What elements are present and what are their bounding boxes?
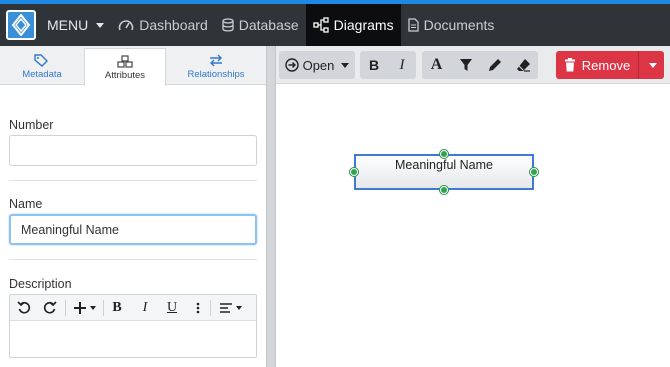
remove-dropdown-toggle[interactable] [638, 51, 664, 79]
name-input[interactable] [9, 214, 257, 245]
cubes-icon [117, 54, 133, 68]
tab-label: Attributes [104, 69, 146, 81]
panel-resize-handle[interactable] [266, 46, 276, 367]
chevron-down-icon [341, 62, 350, 68]
undo-icon[interactable] [14, 299, 34, 317]
tab-attributes[interactable]: Attributes [84, 48, 166, 86]
tags-icon [34, 53, 48, 67]
nav-item-database[interactable]: Database [215, 4, 306, 46]
toolbar-separator [65, 300, 66, 316]
chevron-down-icon [96, 22, 105, 28]
resize-handle-top[interactable] [440, 150, 448, 158]
sign-in-arrow-icon [284, 58, 299, 72]
trash-icon [564, 58, 575, 72]
nav-item-label: Dashboard [139, 17, 208, 33]
properties-panel: Metadata Attributes Relationships Number… [0, 46, 266, 367]
tab-relationships[interactable]: Relationships [166, 48, 266, 85]
nav-item-label: Documents [423, 17, 495, 33]
redo-icon[interactable] [40, 299, 60, 317]
exchange-arrows-icon [210, 54, 222, 66]
nav-item-label: Diagrams [333, 17, 394, 33]
dashboard-gauge-icon [118, 20, 134, 31]
menu-dropdown[interactable]: MENU [40, 4, 111, 46]
number-input[interactable] [9, 135, 257, 166]
diagram-toolbar: Open B I A Remove [276, 46, 670, 84]
nav-item-diagrams[interactable]: Diagrams [305, 4, 401, 46]
nav-item-dashboard[interactable]: Dashboard [111, 4, 215, 46]
toolbar-separator [103, 300, 104, 316]
open-button[interactable]: Open [279, 51, 355, 79]
pencil-button[interactable] [480, 51, 509, 79]
filter-button[interactable] [451, 51, 480, 79]
pencil-icon [488, 59, 501, 71]
field-separator [9, 180, 257, 181]
diagram-icon [313, 17, 329, 33]
resize-handle-bottom[interactable] [440, 186, 448, 194]
insert-plus-icon[interactable] [69, 299, 99, 317]
tab-label: Relationships [187, 68, 245, 80]
document-icon [407, 18, 419, 32]
italic-icon[interactable]: I [135, 299, 155, 317]
name-label: Name [9, 197, 43, 211]
entity-shape[interactable]: Meaningful Name [354, 154, 534, 190]
app-logo-icon[interactable] [6, 10, 36, 40]
diagram-workspace: Open B I A Remove Meaningful Name [276, 46, 670, 367]
properties-tabs: Metadata Attributes Relationships [0, 46, 266, 86]
nav-item-documents[interactable]: Documents [401, 4, 502, 46]
entity-label: Meaningful Name [395, 158, 493, 172]
font-color-button[interactable]: A [422, 51, 451, 79]
align-icon[interactable] [216, 299, 244, 317]
resize-handle-right[interactable] [530, 168, 538, 176]
bold-icon[interactable]: B [107, 299, 127, 317]
description-editor: B I U [9, 294, 257, 358]
nav-item-label: Database [238, 17, 299, 33]
filter-icon [459, 59, 472, 71]
toolbar-separator [210, 300, 211, 316]
remove-button-label: Remove [581, 57, 631, 73]
editor-toolbar: B I U [10, 295, 256, 321]
app-window: MENU Dashboard Database Diagrams Documen… [0, 0, 670, 367]
number-label: Number [9, 118, 54, 132]
tab-label: Metadata [22, 68, 62, 80]
open-button-label: Open [302, 57, 335, 73]
more-vertical-icon[interactable] [191, 299, 205, 317]
diagram-canvas[interactable]: Meaningful Name [276, 84, 670, 367]
field-separator [9, 259, 257, 260]
description-label: Description [9, 277, 72, 291]
tab-metadata[interactable]: Metadata [0, 48, 84, 85]
menu-label: MENU [47, 17, 89, 33]
chevron-down-icon [649, 62, 657, 68]
italic-button[interactable]: I [388, 51, 416, 79]
resize-handle-left[interactable] [350, 168, 358, 176]
eraser-button[interactable] [509, 51, 538, 79]
top-navbar: MENU Dashboard Database Diagrams Documen… [0, 4, 670, 46]
remove-button[interactable]: Remove [556, 51, 638, 79]
database-icon [222, 18, 234, 32]
underline-icon[interactable]: U [162, 299, 182, 317]
bold-button[interactable]: B [360, 51, 388, 79]
eraser-icon [517, 59, 530, 72]
